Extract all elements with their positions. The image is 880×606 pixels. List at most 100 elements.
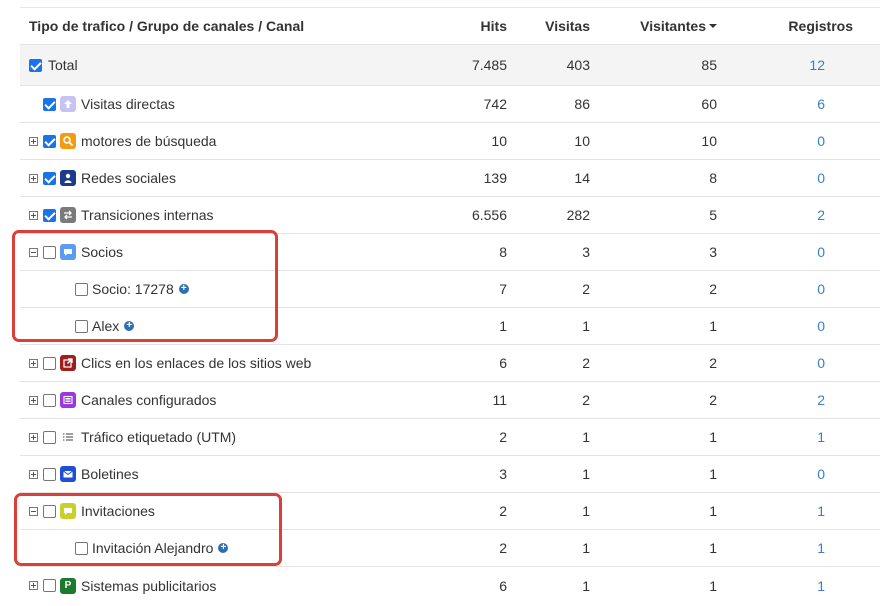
- header-hits[interactable]: Hits: [481, 8, 507, 44]
- row-checkbox[interactable]: [43, 430, 56, 444]
- header-visits[interactable]: Visitas: [545, 8, 590, 44]
- visitors-value: 1: [709, 429, 717, 445]
- registrations-link[interactable]: 0: [817, 308, 825, 344]
- registrations-link[interactable]: 2: [817, 197, 825, 233]
- row-checkbox[interactable]: [43, 208, 56, 222]
- registrations-link[interactable]: 1: [817, 419, 825, 455]
- visitors-value: 1: [709, 577, 717, 594]
- hits-value: 6: [499, 577, 507, 594]
- hits-value: 6: [499, 355, 507, 371]
- hits-value: 7: [499, 281, 507, 297]
- header-visitors-label: Visitantes: [640, 18, 706, 34]
- visitors-value: 3: [709, 244, 717, 260]
- visitors-value: 8: [709, 170, 717, 186]
- registrations-link[interactable]: 6: [817, 86, 825, 122]
- hits-value: 1: [499, 318, 507, 334]
- visits-value: 10: [574, 133, 590, 149]
- expand-icon[interactable]: [29, 395, 38, 405]
- header-name[interactable]: Tipo de trafico / Grupo de canales / Can…: [29, 8, 304, 44]
- table-row: Clics en los enlaces de los sitios web 6…: [20, 345, 880, 382]
- row-label[interactable]: Redes sociales: [81, 170, 176, 186]
- registrations-link[interactable]: 0: [817, 234, 825, 270]
- row-checkbox[interactable]: [43, 467, 56, 481]
- person-icon: [60, 170, 76, 186]
- registrations-link[interactable]: 0: [817, 160, 825, 196]
- row-label[interactable]: Sistemas publicitarios: [81, 578, 216, 594]
- visitors-value: 2: [709, 392, 717, 408]
- highlight-box-socios: [12, 230, 278, 342]
- table-row: Canales configurados 11 2 2 2: [20, 382, 880, 419]
- row-label[interactable]: Visitas directas: [81, 96, 175, 112]
- row-label[interactable]: Tráfico etiquetado (UTM): [81, 429, 236, 445]
- row-label[interactable]: Boletines: [81, 466, 139, 482]
- row-label[interactable]: Clics en los enlaces de los sitios web: [81, 355, 311, 371]
- row-checkbox[interactable]: [43, 579, 56, 592]
- hits-value: 7.485: [471, 57, 507, 73]
- visits-value: 1: [582, 429, 590, 445]
- visits-value: 2: [582, 355, 590, 371]
- expand-icon[interactable]: [29, 469, 38, 479]
- table-row: Visitas directas 742 86 60 6: [20, 86, 880, 123]
- expand-icon[interactable]: [29, 173, 38, 183]
- row-checkbox[interactable]: [43, 171, 56, 185]
- hits-value: 6.556: [471, 207, 507, 223]
- visits-value: 86: [574, 96, 590, 112]
- visitors-value: 5: [709, 207, 717, 223]
- table-row: Tráfico etiquetado (UTM) 2 1 1 1: [20, 419, 880, 456]
- visits-value: 1: [582, 540, 590, 556]
- list-icon: [60, 392, 76, 408]
- registrations-link[interactable]: 2: [817, 382, 825, 418]
- row-checkbox[interactable]: [43, 134, 56, 148]
- lines-icon: [60, 429, 76, 445]
- table-header: Tipo de trafico / Grupo de canales / Can…: [20, 7, 880, 45]
- external-link-icon: [60, 355, 76, 371]
- highlight-box-invitaciones: [14, 493, 282, 566]
- table-row: Transiciones internas 6.556 282 5 2: [20, 197, 880, 234]
- visits-value: 1: [582, 577, 590, 594]
- expand-icon[interactable]: [29, 581, 38, 590]
- expand-icon[interactable]: [29, 358, 38, 368]
- total-checkbox[interactable]: [29, 58, 42, 72]
- registrations-link[interactable]: 1: [817, 493, 825, 529]
- expand-icon[interactable]: [29, 210, 38, 220]
- registrations-link[interactable]: 0: [817, 271, 825, 307]
- envelope-icon: [60, 466, 76, 482]
- visits-value: 1: [582, 318, 590, 334]
- row-label[interactable]: Transiciones internas: [81, 207, 214, 223]
- hits-value: 2: [499, 503, 507, 519]
- header-registrations[interactable]: Registros: [788, 8, 853, 44]
- visits-value: 403: [566, 57, 590, 73]
- registrations-link[interactable]: 0: [817, 123, 825, 159]
- header-visitors[interactable]: Visitantes: [640, 8, 717, 44]
- row-label[interactable]: motores de búsqueda: [81, 133, 216, 149]
- table-row: Redes sociales 139 14 8 0: [20, 160, 880, 197]
- expand-icon[interactable]: [29, 432, 38, 442]
- visits-value: 1: [582, 466, 590, 482]
- registrations-link[interactable]: 1: [817, 567, 825, 604]
- visits-value: 3: [582, 244, 590, 260]
- search-icon: [60, 133, 76, 149]
- hits-value: 10: [491, 133, 507, 149]
- row-checkbox[interactable]: [43, 356, 56, 370]
- visits-value: 282: [566, 207, 590, 223]
- transfer-icon: [60, 207, 76, 223]
- visitors-value: 1: [709, 466, 717, 482]
- registrations-link[interactable]: 0: [817, 345, 825, 381]
- visits-value: 1: [582, 503, 590, 519]
- registrations-link[interactable]: 1: [817, 530, 825, 566]
- expand-icon[interactable]: [29, 136, 38, 146]
- hits-value: 139: [483, 170, 507, 186]
- row-checkbox[interactable]: [43, 393, 56, 407]
- arrow-up-icon: [60, 96, 76, 112]
- table-row: P Sistemas publicitarios 6 1 1 1: [20, 567, 880, 604]
- visitors-value: 2: [709, 281, 717, 297]
- hits-value: 3: [499, 466, 507, 482]
- row-label[interactable]: Canales configurados: [81, 392, 216, 408]
- visitors-value: 1: [709, 318, 717, 334]
- registrations-link[interactable]: 0: [817, 456, 825, 492]
- visits-value: 14: [574, 170, 590, 186]
- registrations-link[interactable]: 12: [809, 45, 825, 85]
- visitors-value: 2: [709, 355, 717, 371]
- row-checkbox[interactable]: [43, 97, 56, 111]
- sort-desc-icon: [709, 24, 717, 28]
